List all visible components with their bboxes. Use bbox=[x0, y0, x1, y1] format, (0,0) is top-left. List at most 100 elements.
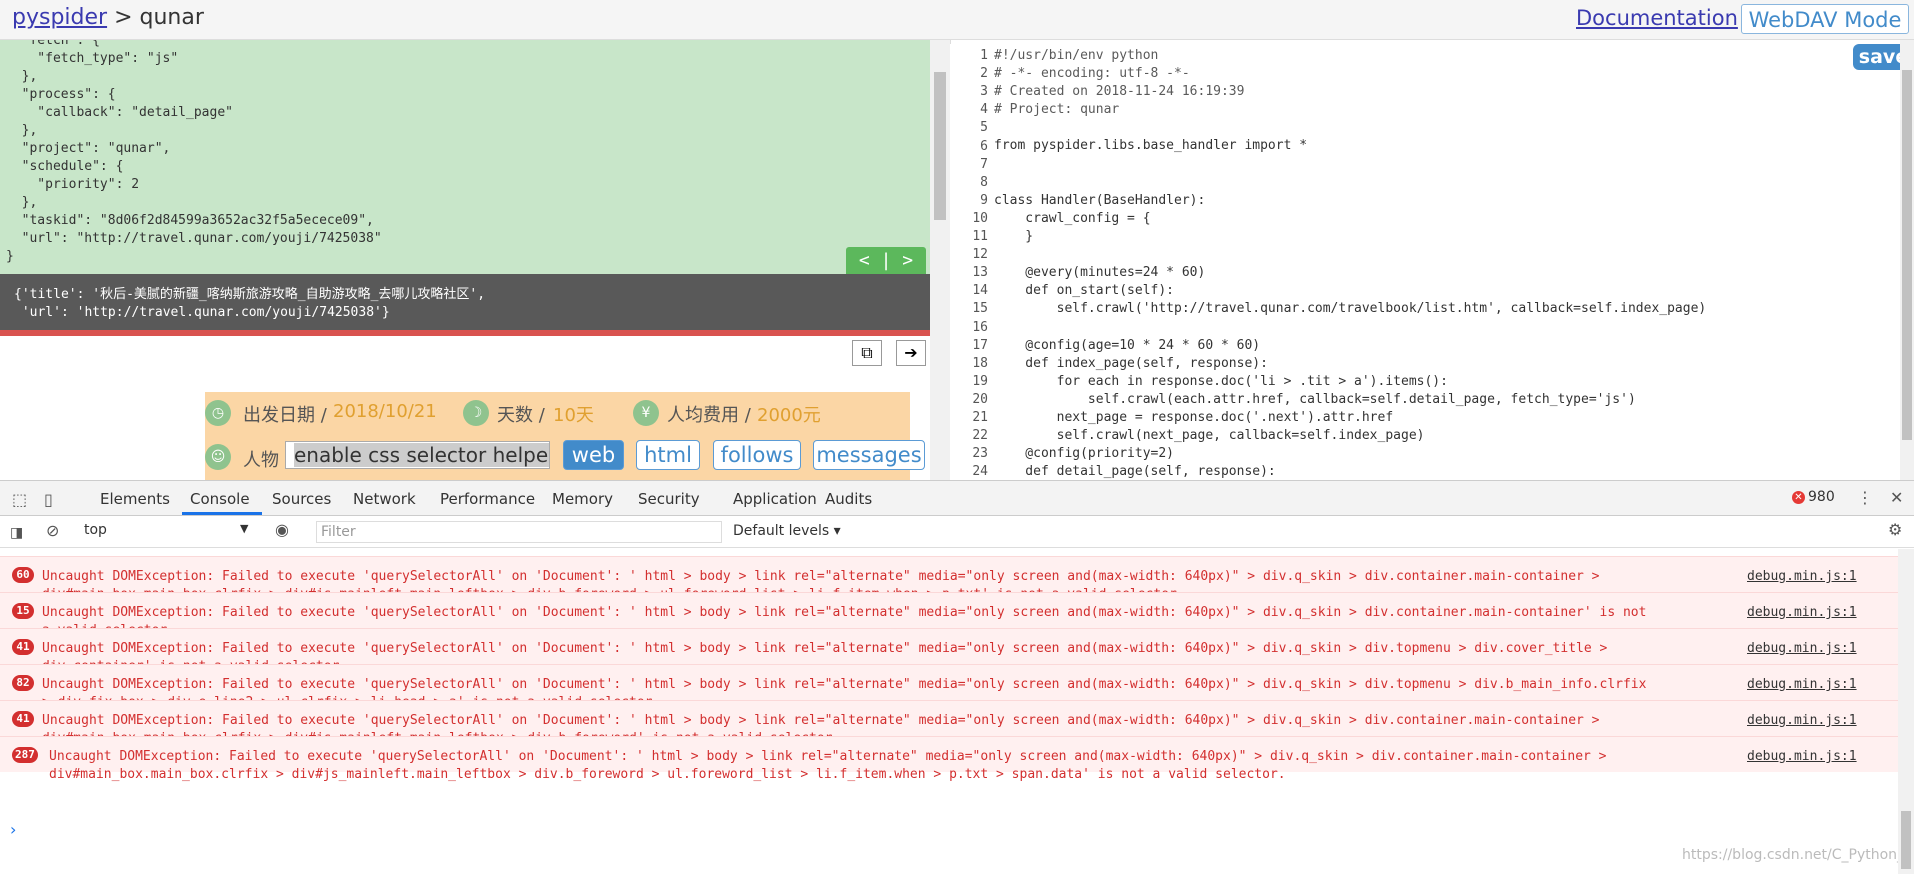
code-line[interactable]: # Project: qunar bbox=[994, 101, 1894, 119]
line-number: 9 bbox=[980, 192, 988, 208]
date-label: 出发日期 / bbox=[243, 405, 327, 426]
console-filter-input[interactable]: Filter bbox=[316, 521, 722, 543]
line-number: 16 bbox=[972, 319, 988, 335]
code-line[interactable]: def index_page(self, response): bbox=[994, 355, 1894, 373]
code-line[interactable] bbox=[994, 246, 1894, 264]
code-line[interactable] bbox=[994, 174, 1894, 192]
line-number: 3 bbox=[980, 84, 988, 100]
console-error-message: 60 Uncaught DOMException: Failed to execu… bbox=[0, 556, 1898, 602]
task-json-line: }, bbox=[6, 69, 38, 84]
code-line[interactable]: def on_start(self): bbox=[994, 282, 1894, 300]
mode-follows-button[interactable]: follows bbox=[713, 440, 801, 470]
close-devtools-icon[interactable]: ✕ bbox=[1890, 488, 1903, 507]
error-source-link[interactable]: debug.min.js:1 bbox=[1747, 712, 1857, 730]
code-line[interactable]: @config(age=10 * 24 * 60 * 60) bbox=[994, 337, 1894, 355]
line-number: 8 bbox=[980, 174, 988, 190]
devtools-tab-network[interactable]: Network bbox=[353, 490, 416, 508]
devtools-tab-security[interactable]: Security bbox=[638, 490, 700, 508]
error-source-link[interactable]: debug.min.js:1 bbox=[1747, 640, 1857, 658]
line-number: 24 bbox=[972, 464, 988, 480]
editor-scrollbar[interactable] bbox=[1900, 40, 1914, 480]
inspect-element-icon[interactable]: ⬚ bbox=[12, 490, 27, 509]
project-name: qunar bbox=[139, 5, 204, 30]
copy-button[interactable]: ⧉ bbox=[852, 340, 882, 366]
scroll-thumb[interactable] bbox=[1902, 70, 1912, 440]
code-line[interactable]: # Created on 2018-11-24 16:19:39 bbox=[994, 83, 1894, 101]
people-label: 人物 bbox=[243, 450, 279, 471]
line-number: 4 bbox=[980, 102, 988, 118]
devtools-tab-performance[interactable]: Performance bbox=[440, 490, 535, 508]
line-number: 2 bbox=[980, 66, 988, 82]
code-line[interactable]: next_page = response.doc('.next').attr.h… bbox=[994, 409, 1894, 427]
go-button[interactable]: ➔ bbox=[896, 340, 926, 366]
line-number: 22 bbox=[972, 428, 988, 444]
code-line[interactable]: self.crawl('http://travel.qunar.com/trav… bbox=[994, 300, 1894, 318]
code-line[interactable] bbox=[994, 156, 1894, 174]
error-source-link[interactable]: debug.min.js:1 bbox=[1747, 676, 1857, 694]
code-line[interactable]: } bbox=[994, 228, 1894, 246]
css-selector-helper-input[interactable]: enable css selector helper bbox=[285, 441, 550, 469]
mode-web-button[interactable]: web bbox=[563, 440, 624, 470]
repeat-count-badge: 15 bbox=[12, 603, 34, 619]
code-line[interactable]: class Handler(BaseHandler): bbox=[994, 192, 1894, 210]
task-json-line: }, bbox=[6, 195, 38, 210]
line-number: 23 bbox=[972, 446, 988, 462]
devtools-tab-memory[interactable]: Memory bbox=[552, 490, 613, 508]
console-scrollbar[interactable] bbox=[1898, 549, 1914, 874]
code-line[interactable]: def detail_page(self, response): bbox=[994, 463, 1894, 480]
code-text[interactable]: #!/usr/bin/env python # -*- encoding: utf… bbox=[994, 47, 1894, 480]
task-json-line: "schedule": { bbox=[6, 159, 124, 174]
pyspider-home-link[interactable]: pyspider bbox=[12, 5, 107, 30]
code-line[interactable]: #!/usr/bin/env python bbox=[994, 47, 1894, 65]
code-line[interactable]: self.crawl(next_page, callback=self.inde… bbox=[994, 427, 1894, 445]
code-line[interactable]: from pyspider.libs.base_handler import * bbox=[994, 137, 1894, 155]
repeat-count-badge: 41 bbox=[12, 639, 34, 655]
repeat-count-badge: 41 bbox=[12, 711, 34, 727]
console-settings-gear-icon[interactable]: ⚙ bbox=[1888, 520, 1902, 539]
scroll-thumb[interactable] bbox=[1901, 811, 1911, 869]
devtools-tab-application[interactable]: Application bbox=[733, 490, 817, 508]
devtools-tab-elements[interactable]: Elements bbox=[100, 490, 170, 508]
error-source-link[interactable]: debug.min.js:1 bbox=[1747, 604, 1857, 622]
code-line[interactable]: # -*- encoding: utf-8 -*- bbox=[994, 65, 1894, 83]
console-prompt[interactable]: › bbox=[10, 820, 16, 839]
error-source-link[interactable]: debug.min.js:1 bbox=[1747, 568, 1857, 586]
clear-console-icon[interactable]: ⊘ bbox=[46, 521, 59, 540]
arrow-right-icon: ➔ bbox=[904, 343, 918, 362]
context-select[interactable]: top ▼ bbox=[84, 522, 256, 542]
sidebar-toggle-icon[interactable]: ◨ bbox=[10, 522, 23, 541]
breadcrumb: pyspider > qunar bbox=[12, 5, 204, 30]
cost-label: 人均费用 / bbox=[667, 405, 751, 426]
device-toolbar-icon[interactable]: ▯ bbox=[44, 490, 53, 509]
console-error-message: 41 Uncaught DOMException: Failed to execu… bbox=[0, 700, 1898, 746]
mode-html-button[interactable]: html bbox=[636, 440, 700, 470]
date-value: 2018/10/21 bbox=[333, 401, 437, 422]
task-nav-buttons[interactable]: < | > bbox=[846, 247, 926, 274]
code-line[interactable]: self.crawl(each.attr.href, callback=self… bbox=[994, 391, 1894, 409]
left-scrollbar[interactable] bbox=[930, 40, 950, 480]
documentation-link[interactable]: Documentation bbox=[1576, 6, 1738, 30]
task-json-line: "callback": "detail_page" bbox=[6, 105, 233, 120]
eye-icon[interactable]: ◉ bbox=[275, 520, 289, 539]
devtools-tab-audits[interactable]: Audits bbox=[825, 490, 872, 508]
devtools-tab-sources[interactable]: Sources bbox=[272, 490, 331, 508]
code-line[interactable]: crawl_config = { bbox=[994, 210, 1894, 228]
days-value: 10天 bbox=[553, 405, 594, 426]
code-line[interactable] bbox=[994, 318, 1894, 336]
error-source-link[interactable]: debug.min.js:1 bbox=[1747, 748, 1857, 766]
log-levels-dropdown[interactable]: Default levels ▾ bbox=[733, 523, 841, 539]
code-line[interactable]: @every(minutes=24 * 60) bbox=[994, 264, 1894, 282]
task-json-line: "fetch_type": "js" bbox=[6, 51, 179, 66]
more-options-icon[interactable]: ⋮ bbox=[1857, 488, 1873, 507]
scroll-thumb[interactable] bbox=[934, 72, 946, 220]
code-area[interactable]: #!/usr/bin/env python # -*- encoding: utf… bbox=[994, 47, 1894, 480]
code-line[interactable] bbox=[994, 119, 1894, 137]
repeat-count-badge: 60 bbox=[12, 567, 34, 583]
devtools-tab-console[interactable]: Console bbox=[190, 490, 250, 508]
code-line[interactable]: for each in response.doc('li > .tit > a'… bbox=[994, 373, 1894, 391]
webdav-mode-button[interactable]: WebDAV Mode bbox=[1741, 4, 1909, 34]
error-counter[interactable]: ✕ 980 bbox=[1792, 489, 1835, 505]
top-header: pyspider > qunar Documentation WebDAV Mo… bbox=[0, 0, 1914, 40]
code-line[interactable]: @config(priority=2) bbox=[994, 445, 1894, 463]
mode-messages-button[interactable]: messages bbox=[813, 440, 925, 470]
